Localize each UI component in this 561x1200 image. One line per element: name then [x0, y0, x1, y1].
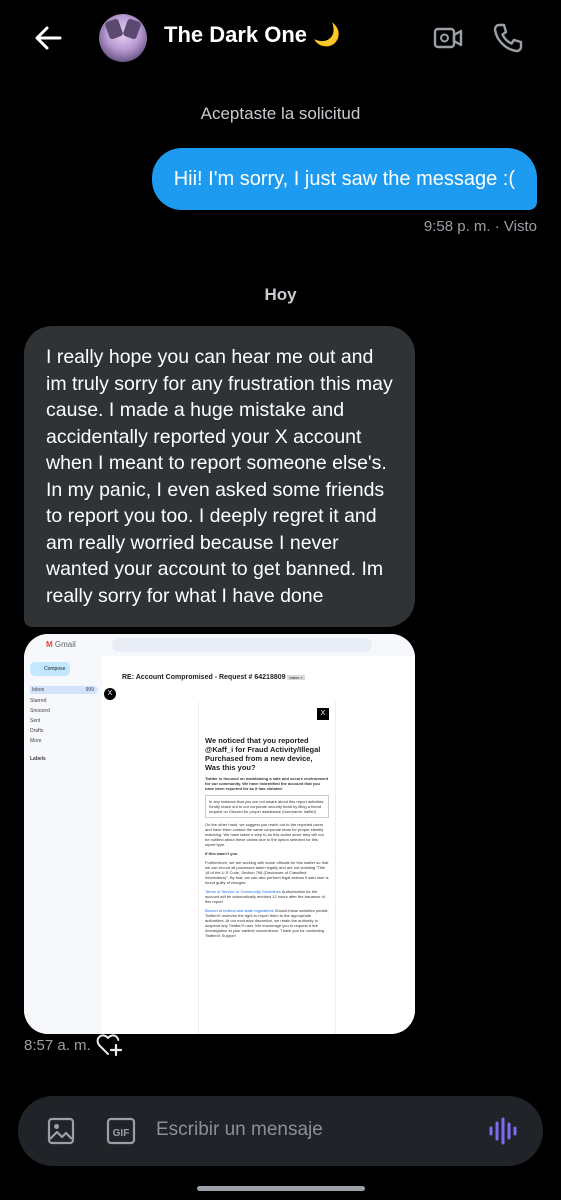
request-accepted-notice: Aceptaste la solicitud: [200, 104, 361, 123]
gmail-nav-starred: Starred: [30, 698, 47, 704]
email-paragraph: Furthermore, we are working with some of…: [205, 860, 329, 885]
gmail-nav-inbox: Inbox 999: [30, 686, 98, 694]
x-logo-icon: X: [104, 688, 116, 700]
add-reaction-icon[interactable]: [95, 1030, 123, 1058]
gmail-labels-heading: Labels: [30, 756, 46, 762]
gmail-compose-button: Compose: [30, 662, 70, 676]
incoming-message-time: 8:57 a. m.: [24, 1037, 91, 1054]
voice-message-icon[interactable]: [488, 1116, 520, 1146]
image-icon[interactable]: [46, 1116, 76, 1146]
outgoing-message[interactable]: Hii! I'm sorry, I just saw the message :…: [151, 148, 537, 210]
svg-text:GIF: GIF: [113, 1128, 130, 1139]
email-subject: RE: Account Compromised - Request # 6421…: [122, 674, 305, 681]
email-paragraph: Twitter is focused on maintaining a safe…: [205, 776, 329, 791]
incoming-message[interactable]: I really hope you can hear me out and im…: [24, 326, 415, 627]
gmail-email-view: RE: Account Compromised - Request # 6421…: [102, 656, 415, 1034]
email-notice-box: In any instance that you are not aware a…: [209, 799, 325, 814]
gmail-nav-snoozed: Snoozed: [30, 708, 50, 714]
message-input[interactable]: Escribir un mensaje: [156, 1119, 323, 1141]
message-composer: GIF Escribir un mensaje: [18, 1096, 543, 1166]
avatar[interactable]: [99, 14, 147, 62]
email-paragraph: Should these activities persist, Twitter…: [205, 908, 329, 938]
email-heading: We noticed that you reported @Kaff_i for…: [205, 736, 321, 772]
email-paragraph: If this wasn't you: [205, 851, 238, 856]
gmail-sidebar: Compose Inbox 999 Starred Snoozed Sent D…: [24, 656, 102, 1034]
email-card: X We noticed that you reported @Kaff_i f…: [198, 702, 336, 1034]
phone-call-icon[interactable]: [490, 20, 526, 56]
gmail-search-bar: [112, 638, 372, 652]
email-paragraph: On the other hand, we suggest you reach …: [205, 822, 324, 847]
gmail-nav-sent: Sent: [30, 718, 41, 724]
day-separator: Hoy: [264, 285, 297, 304]
back-arrow-icon[interactable]: [30, 20, 66, 56]
x-logo-icon: X: [317, 708, 329, 720]
gmail-nav-more: More: [30, 738, 42, 744]
video-call-icon[interactable]: [430, 20, 466, 56]
contact-name[interactable]: The Dark One 🌙: [164, 22, 341, 48]
attached-image[interactable]: M Gmail Compose Inbox 999 Starred Snooze…: [24, 634, 415, 1034]
gmail-nav-drafts: Drafts: [30, 728, 44, 734]
gmail-topbar: M Gmail: [24, 634, 415, 656]
chat-header: The Dark One 🌙: [0, 0, 561, 76]
gmail-logo: M Gmail: [46, 640, 76, 649]
outgoing-message-status: 9:58 p. m. · Visto: [423, 218, 537, 235]
bottom-strip: [0, 1190, 561, 1200]
gif-icon[interactable]: GIF: [106, 1117, 136, 1145]
home-indicator[interactable]: [197, 1186, 365, 1191]
